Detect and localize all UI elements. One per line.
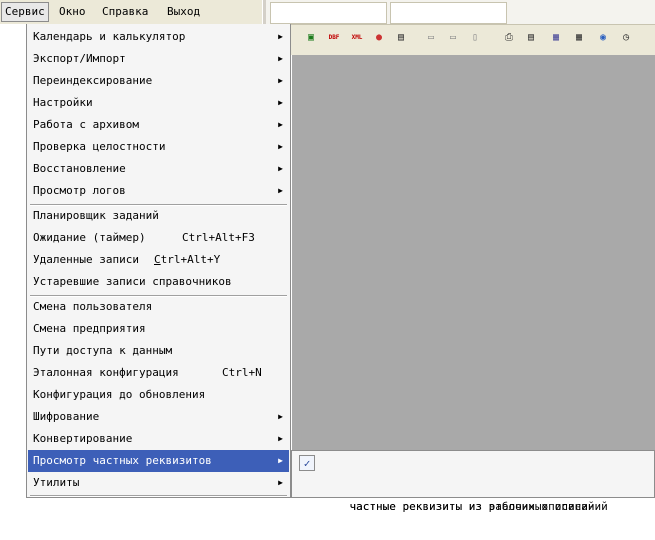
menu-separator [30,495,287,497]
menu-item-label: Утилиты [33,476,80,489]
menu-item-label: Просмотр частных реквизитов [33,454,212,467]
menu-item-settings[interactable]: Настройки ▶ [28,92,289,114]
private-attributes-submenu: ✓ частные реквизиты из рабочих описаний … [291,450,655,513]
menu-item-label: Смена предприятия [33,322,146,335]
shortcut-rest: trl+Alt+Y [160,253,221,266]
window-tab[interactable] [390,2,507,24]
menu-item-scheduler[interactable]: Планировщик заданий [28,205,289,227]
submenu-arrow-icon: ▶ [278,456,283,465]
menu-item-label: Конвертирование [33,432,133,445]
menu-item-reference-config[interactable]: Эталонная конфигурация Ctrl+N [28,362,289,384]
submenu-arrow-icon: ▶ [278,478,283,487]
window-tab[interactable] [270,2,387,24]
submenu-arrow-icon: ▶ [278,120,283,129]
submenu-arrow-icon: ▶ [278,98,283,107]
save-icon[interactable]: ▤ [392,29,410,47]
submenu-item-label: частные реквизиты из эталонных описаний [349,500,608,513]
service-dropdown-menu: Календарь и калькулятор ▶ Экспорт/Импорт ▶… [26,24,291,498]
submenu-arrow-icon: ▶ [278,412,283,421]
menu-item-obsolete-records[interactable]: Устаревшие записи справочников [28,271,289,293]
menu-service[interactable]: Сервис [1,2,49,22]
menu-item-shortcut: Ctrl+Alt+Y [154,249,220,271]
submenu-item-reference-descriptions[interactable]: частные реквизиты из эталонных описаний [293,474,653,513]
menu-item-label: Устаревшие записи справочников [33,275,232,288]
menu-item-restore[interactable]: Восстановление ▶ [28,158,289,180]
menu-item-label: Ожидание (таймер) [33,231,146,244]
window-tabs-strip [266,0,655,25]
mdi-workspace [292,55,655,498]
menu-item-label: Переиндексирование [33,74,153,87]
menu-item-label: Работа с архивом [33,118,139,131]
menu-item-change-user[interactable]: Смена пользователя [28,296,289,318]
submenu-arrow-icon: ▶ [278,54,283,63]
menu-item-label: Календарь и калькулятор [33,30,186,43]
menu-item-label: Конфигурация до обновления [33,388,206,401]
menu-item-config-before-update[interactable]: Конфигурация до обновления [28,384,289,406]
submenu-item-working-descriptions[interactable]: ✓ частные реквизиты из рабочих описаний [293,452,653,513]
menu-item-export-import[interactable]: Экспорт/Импорт ▶ [28,48,289,70]
submenu-arrow-icon: ▶ [278,164,283,173]
checkmark-icon: ✓ [299,455,315,471]
menu-item-reindex[interactable]: Переиндексирование ▶ [28,70,289,92]
menu-item-label: Шифрование [33,410,100,423]
submenu-arrow-icon: ▶ [278,186,283,195]
cascade-icon[interactable]: ▭ [422,29,440,47]
menu-item-label: Восстановление [33,162,126,175]
menu-item-convert[interactable]: Конвертирование ▶ [28,428,289,450]
shortcut-underlined-letter: C [154,253,161,266]
submenu-arrow-icon: ▶ [278,32,283,41]
menu-item-label: Просмотр логов [33,184,126,197]
menu-exit[interactable]: Выход [164,3,203,21]
tile-vertical-icon[interactable]: ▯ [466,29,484,47]
menu-help[interactable]: Справка [99,3,151,21]
menu-bar: Сервис Окно Справка Выход [0,0,268,25]
menu-item-label: Эталонная конфигурация [33,366,179,379]
menu-item-archive[interactable]: Работа с архивом ▶ [28,114,289,136]
menu-item-label: Планировщик заданий [33,209,159,222]
menu-item-integrity-check[interactable]: Проверка целостности ▶ [28,136,289,158]
tile-horizontal-icon[interactable]: ▭ [444,29,462,47]
menu-item-encryption[interactable]: Шифрование ▶ [28,406,289,428]
menu-item-label: Пути доступа к данным [33,344,173,357]
xml-export-icon[interactable]: XML [348,29,366,47]
menu-item-label: Смена пользователя [33,300,153,313]
menu-item-shortcut: Ctrl+Alt+F3 [182,231,255,244]
menu-item-change-company[interactable]: Смена предприятия [28,318,289,340]
menu-item-timer[interactable]: Ожидание (таймер) Ctrl+Alt+F3 [28,227,289,249]
submenu-arrow-icon: ▶ [278,142,283,151]
search-web-icon[interactable]: ◉ [594,29,612,47]
menu-item-label: Экспорт/Импорт [33,52,126,65]
web-icon[interactable]: ● [370,29,388,47]
document-icon[interactable]: ▤ [522,29,540,47]
menu-item-view-logs[interactable]: Просмотр логов ▶ [28,180,289,202]
excel-icon[interactable]: ▣ [302,29,320,47]
menu-window[interactable]: Окно [56,3,89,21]
left-margin [0,24,26,498]
menu-item-private-attributes[interactable]: Просмотр частных реквизитов ▶ [28,450,289,472]
calculator-icon[interactable]: ▦ [570,29,588,47]
submenu-arrow-icon: ▶ [278,76,283,85]
menu-item-label: Удаленные записи [33,253,139,266]
menu-item-calendar[interactable]: Календарь и калькулятор ▶ [28,26,289,48]
dbf-export-icon[interactable]: DBF [325,29,343,47]
print-icon[interactable]: ⎙ [500,29,518,47]
calendar-icon[interactable]: ▦ [547,29,565,47]
menu-item-utilities[interactable]: Утилиты ▶ [28,472,289,494]
menu-item-shortcut: Ctrl+N [222,366,262,379]
submenu-arrow-icon: ▶ [278,434,283,443]
menu-item-label: Проверка целостности [33,140,166,153]
menu-item-label: Настройки [33,96,93,109]
timer-icon[interactable]: ◷ [617,29,635,47]
menu-item-data-paths[interactable]: Пути доступа к данным [28,340,289,362]
menu-item-deleted-records[interactable]: Удаленные записи Ctrl+Alt+Y [28,249,289,271]
